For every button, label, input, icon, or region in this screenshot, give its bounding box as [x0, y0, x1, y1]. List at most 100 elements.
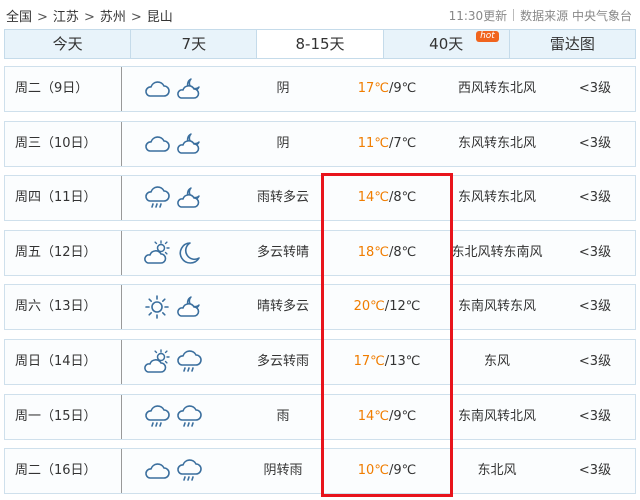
- data-source-label: 数据来源 中央气象台: [520, 9, 632, 23]
- forecast-day: 周五（12日）: [15, 244, 97, 260]
- rain-cloud-icon: [175, 457, 203, 485]
- wind-direction: 东南风转东风: [457, 299, 536, 315]
- weather-icons: [143, 67, 203, 111]
- tab-today[interactable]: 今天: [5, 30, 132, 58]
- temperature-range: 18℃/8℃: [325, 231, 449, 275]
- rain-cloud-icon: [143, 184, 171, 212]
- weather-icons: [143, 231, 203, 275]
- cloud-moon-icon: [175, 184, 203, 212]
- high-temperature: 11℃: [357, 135, 389, 151]
- tab-7-days[interactable]: 7天: [131, 30, 258, 58]
- low-temperature: 7℃: [393, 135, 417, 151]
- wind-level: <3级: [578, 81, 612, 96]
- rain-cloud-icon: [175, 403, 203, 431]
- divider: [121, 394, 122, 439]
- forecast-row: 周一（15日）雨 14℃/9℃ 东南风转北风 <3级: [4, 393, 636, 440]
- cloud-icon: [143, 130, 171, 158]
- wind-direction: 东北风: [477, 463, 517, 479]
- sun-cloud-icon: [143, 348, 171, 376]
- low-temperature: 9℃: [393, 463, 417, 479]
- forecast-row: 周二（9日）阴 17℃/9℃ 西风转东北风 <3级: [4, 66, 636, 112]
- cloud-icon: [143, 457, 171, 485]
- rain-cloud-icon: [143, 403, 171, 431]
- cloud-icon: [143, 75, 171, 103]
- high-temperature: 17℃: [353, 354, 385, 369]
- weather-icons: [143, 449, 203, 493]
- low-temperature: 12℃: [389, 299, 421, 315]
- high-temperature: 18℃: [357, 244, 389, 260]
- rain-cloud-icon: [175, 348, 203, 376]
- temperature-range: 11℃/7℃: [325, 122, 449, 166]
- tab-8-15-days[interactable]: 8-15天: [257, 30, 384, 58]
- divider: [121, 121, 122, 166]
- breadcrumb-item-country[interactable]: 全国: [6, 10, 32, 25]
- breadcrumb-separator: >: [37, 10, 48, 25]
- temperature-range: 10℃/9℃: [325, 449, 449, 493]
- divider: [513, 9, 515, 21]
- divider: [121, 340, 122, 384]
- data-source-info: 11:30更新 数据来源 中央气象台: [449, 7, 632, 24]
- forecast-day: 周三（10日）: [15, 135, 97, 151]
- forecast-row: 周五（12日） 多云转晴 18℃/8℃ 东北风转东南风 <3级: [4, 229, 636, 276]
- temperature-range: 14℃/8℃: [325, 176, 449, 220]
- forecast-day: 周二（16日）: [15, 463, 97, 479]
- weather-icons: [143, 340, 203, 384]
- sun-icon: [143, 293, 171, 321]
- weather-icons: [143, 122, 203, 166]
- divider: [121, 176, 122, 221]
- high-temperature: 10℃: [357, 463, 389, 479]
- forecast-row: 周四（11日） 雨转多云 14℃/8℃ 东风转东北风 <3级: [4, 175, 636, 222]
- breadcrumb-item-city[interactable]: 苏州: [100, 10, 126, 25]
- divider: [121, 67, 122, 111]
- wind-direction: 东北风转东南风: [451, 244, 543, 260]
- weather-icons: [143, 285, 203, 329]
- high-temperature: 17℃: [357, 81, 389, 96]
- wind-level: <3级: [578, 408, 612, 424]
- forecast-day: 周四（11日）: [15, 190, 97, 206]
- tab-radar[interactable]: 雷达图: [510, 30, 635, 58]
- wind-level: <3级: [578, 299, 612, 315]
- top-bar: 全国 > 江苏 > 苏州 > 昆山 11:30更新 数据来源 中央气象台: [0, 0, 640, 28]
- forecast-tabs: 今天 7天 8-15天 40天 hot 雷达图: [4, 29, 636, 59]
- wind-level: <3级: [578, 135, 612, 151]
- wind-direction: 东风: [483, 354, 510, 369]
- high-temperature: 20℃: [353, 299, 385, 315]
- wind-direction: 西风转东北风: [457, 81, 536, 96]
- divider: [121, 285, 122, 330]
- forecast-row: 周日（14日） 多云转雨 17℃/13℃ 东风 <3级: [4, 339, 636, 385]
- high-temperature: 14℃: [357, 408, 389, 424]
- divider: [121, 230, 122, 275]
- low-temperature: 8℃: [393, 190, 417, 206]
- temperature-range: 17℃/9℃: [325, 67, 449, 111]
- wind-direction: 东南风转北风: [457, 408, 536, 424]
- wind-level: <3级: [578, 190, 612, 206]
- sun-cloud-icon: [143, 239, 171, 267]
- wind-level: <3级: [578, 244, 612, 260]
- breadcrumb-item-current: 昆山: [146, 10, 173, 25]
- cloud-moon-icon: [175, 293, 203, 321]
- wind-level: <3级: [578, 354, 612, 369]
- forecast-day: 周六（13日）: [15, 299, 97, 315]
- low-temperature: 9℃: [393, 81, 417, 96]
- cloud-moon-icon: [175, 75, 203, 103]
- breadcrumb: 全国 > 江苏 > 苏州 > 昆山: [6, 6, 173, 25]
- breadcrumb-separator: >: [83, 10, 95, 25]
- breadcrumb-separator: >: [130, 10, 142, 25]
- forecast-row: 周六（13日） 晴转多云 20℃/12℃ 东南风转东风 <3级: [4, 284, 636, 331]
- forecast-day: 周一（15日）: [15, 408, 97, 424]
- temperature-range: 20℃/12℃: [325, 285, 449, 329]
- moon-icon: [175, 239, 203, 267]
- forecast-row: 周三（10日）阴 11℃/7℃ 东风转东北风 <3级: [4, 120, 636, 167]
- forecast-row: 周二（16日） 阴转雨 10℃/9℃ 东北风 <3级: [4, 448, 636, 495]
- high-temperature: 14℃: [357, 190, 389, 206]
- forecast-day: 周日（14日）: [15, 354, 97, 369]
- forecast-day: 周二（9日）: [15, 81, 89, 96]
- wind-level: <3级: [578, 463, 612, 479]
- breadcrumb-item-province[interactable]: 江苏: [53, 10, 79, 25]
- weather-icons: [143, 395, 203, 439]
- cloud-moon-icon: [175, 130, 203, 158]
- temperature-range: 14℃/9℃: [325, 395, 449, 439]
- tab-40-days[interactable]: 40天 hot: [384, 30, 510, 58]
- low-temperature: 13℃: [389, 354, 421, 369]
- wind-direction: 东风转东北风: [457, 190, 536, 206]
